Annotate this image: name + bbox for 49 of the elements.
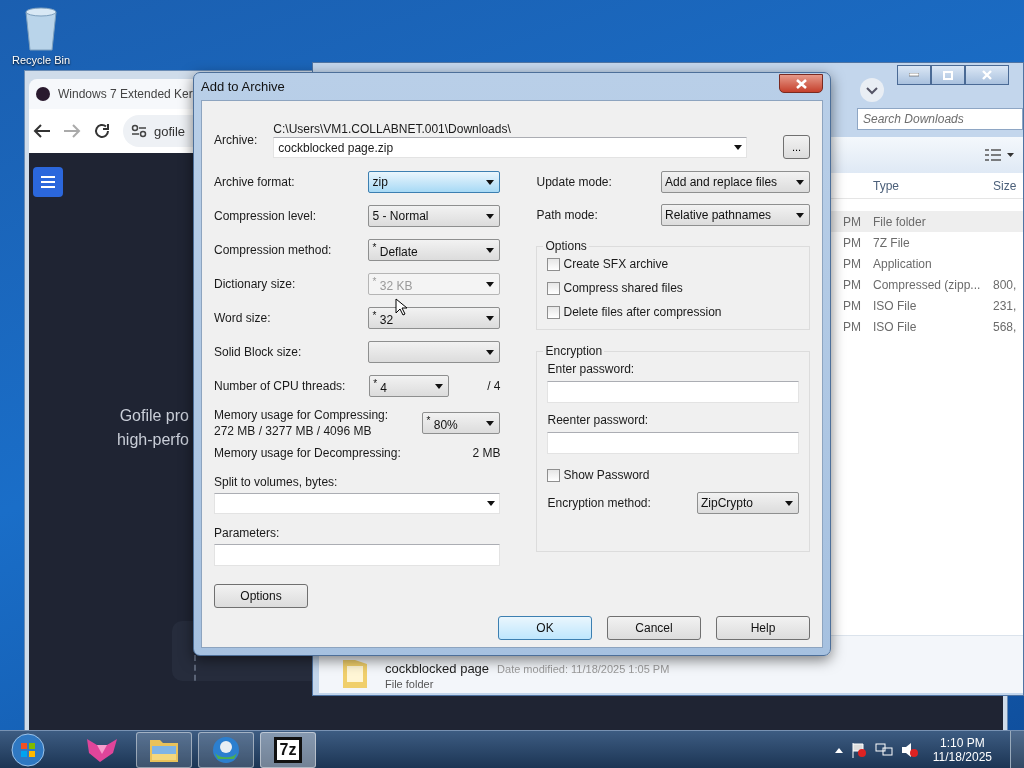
field-label: Enter password: (547, 362, 636, 376)
field-label: Memory usage for Compressing: (214, 408, 389, 422)
app-logo: 7z (273, 736, 303, 763)
table-cell-text: 800, (993, 277, 1018, 292)
field-label: Memory usage for Decompressing: (214, 446, 401, 460)
table-cell-text: Application (873, 256, 933, 271)
hero-text: high-perfo (116, 431, 189, 449)
thread-count: / 4 (487, 379, 501, 393)
window-title: Add to Archive (201, 79, 285, 94)
hero-text: Gofile pro (119, 407, 189, 425)
memory-value: 2 MB (472, 446, 501, 460)
group-title: Encryption (544, 344, 604, 358)
checkbox-label: Show Password (563, 468, 650, 482)
checkbox-label: Compress shared files (563, 281, 683, 295)
field-label: Compression level: (214, 209, 317, 223)
field-label: Archive format: (214, 175, 295, 189)
item-type: File folder (385, 678, 435, 690)
checkbox-label: Create SFX archive (563, 257, 669, 271)
item-date: Date modified: 11/18/2025 1:05 PM (497, 663, 670, 675)
field-label: Parameters: (214, 526, 281, 540)
table-cell-text: ISO File (873, 319, 918, 334)
field-label: Archive: (214, 133, 258, 147)
table-cell-text: 231, (993, 298, 1018, 313)
table-cell: PM (843, 235, 861, 250)
table-cell: PM (843, 256, 861, 271)
field-label: Compression method: (214, 243, 332, 257)
field-label: Update mode: (536, 175, 612, 189)
memory-values: 272 MB / 3277 MB / 4096 MB (214, 424, 373, 438)
table-cell: PM (843, 214, 861, 229)
item-name: cockblocked page (385, 661, 490, 676)
checkbox-label: Delete files after compression (563, 305, 722, 319)
archive-path: C:\Users\VM1.COLLABNET.001\Downloads\ (273, 122, 512, 136)
field-label: Word size: (214, 311, 271, 325)
group-title: Options (544, 239, 588, 253)
field-label: Dictionary size: (214, 277, 296, 291)
field-label: Split to volumes, bytes: (214, 475, 339, 489)
table-cell: PM (843, 277, 861, 292)
field-label: Path mode: (536, 208, 598, 222)
field-label: Number of CPU threads: (214, 379, 346, 393)
field-label: Reenter password: (547, 413, 650, 427)
table-cell: PM (843, 298, 861, 313)
table-cell-text: File folder (873, 214, 927, 229)
field-label: Encryption method: (547, 496, 651, 510)
table-cell-text: 7Z File (873, 235, 911, 250)
field-label: Solid Block size: (214, 345, 302, 359)
table-cell-text: ISO File (873, 298, 918, 313)
table-cell: PM (843, 319, 861, 334)
table-cell-text: 568, (993, 319, 1018, 334)
table-cell-text: Compressed (zipp... (873, 277, 982, 292)
